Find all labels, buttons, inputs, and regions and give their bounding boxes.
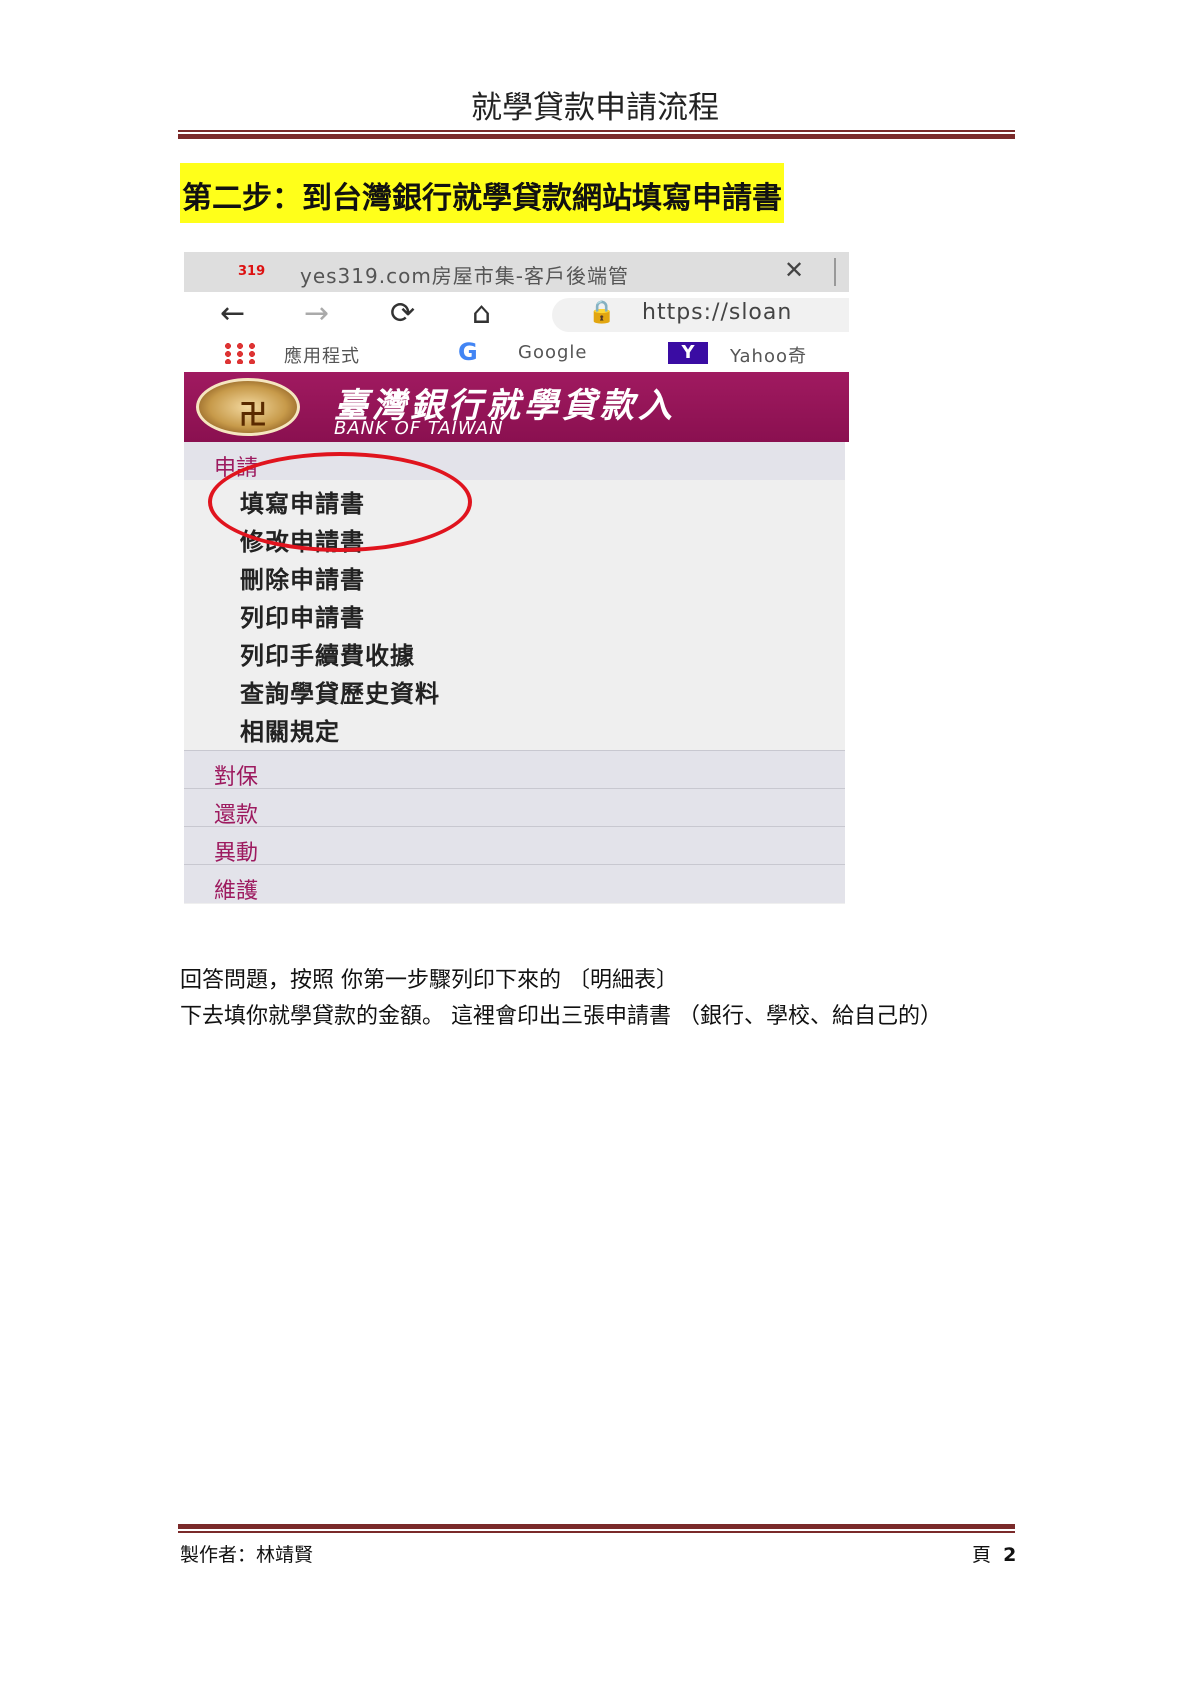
bank-seal-logo: 卍 [196, 378, 300, 436]
menu-item-regulations[interactable]: 相關規定 [240, 712, 340, 747]
bookmark-yahoo[interactable]: Yahoo奇 [730, 342, 807, 368]
menu-item-print-receipt[interactable]: 列印手續費收據 [240, 636, 415, 671]
bank-name-en: BANK OF TAIWAN [334, 418, 504, 439]
footer-rule [178, 1524, 1015, 1533]
browser-toolbar: ← → ⟳ ⌂ 🔒 https://sloan [184, 292, 849, 336]
google-icon[interactable]: G [458, 338, 478, 366]
instruction-line-2: 下去填你就學貸款的金額。 這裡會印出三張申請書 （銀行、學校、給自己的） [180, 1004, 942, 1029]
lock-icon: 🔒 [588, 300, 616, 325]
menu-section-label: 還款 [214, 803, 259, 828]
instruction-line-1: 回答問題，按照 你第一步驟列印下來的 〔明細表〕 [180, 968, 678, 993]
header-title: 就學貸款申請流程 [471, 90, 719, 126]
page-label: 頁 [972, 1544, 992, 1566]
tab-favicon: 319 [238, 264, 266, 279]
highlight-ring [208, 452, 472, 552]
apps-icon[interactable] [222, 342, 256, 364]
menu-item-loan-history[interactable]: 查詢學貸歷史資料 [240, 674, 440, 709]
forward-icon[interactable]: → [304, 296, 329, 331]
menu-section-label: 維護 [214, 879, 259, 904]
menu-section-change[interactable]: 異動 [184, 827, 845, 866]
menu-section-guarantee[interactable]: 對保 [184, 751, 845, 790]
menu-section-maintenance[interactable]: 維護 [184, 865, 845, 904]
back-icon[interactable]: ← [220, 296, 245, 331]
bookmark-google[interactable]: Google [518, 342, 587, 363]
header-rule [178, 130, 1015, 139]
browser-tab-bar: 319 yes319.com房屋市集-客戶後端管 ✕ [184, 252, 849, 292]
close-icon[interactable]: ✕ [784, 256, 804, 284]
home-icon[interactable]: ⌂ [472, 296, 491, 331]
bookmark-apps[interactable]: 應用程式 [284, 342, 360, 368]
address-url[interactable]: https://sloan [642, 300, 792, 325]
menu-section-repayment[interactable]: 還款 [184, 789, 845, 828]
website-screenshot: 319 yes319.com房屋市集-客戶後端管 ✕ ← → ⟳ ⌂ 🔒 htt… [184, 252, 849, 904]
footer-author: 製作者：林靖賢 [180, 1544, 314, 1566]
bank-banner: 卍 臺灣銀行就學貸款入 BANK OF TAIWAN [184, 372, 849, 442]
footer-page: 頁 2 [972, 1540, 1016, 1567]
menu-item-print-application[interactable]: 列印申請書 [240, 598, 365, 633]
page-number: 2 [1003, 1544, 1017, 1566]
step-heading: 第二步：到台灣銀行就學貸款網站填寫申請書 [180, 163, 784, 223]
menu-section-label: 對保 [214, 765, 259, 790]
tab-separator [834, 258, 836, 286]
seal-mark-icon: 卍 [239, 398, 268, 431]
bookmarks-bar: 應用程式 G Google Y Yahoo奇 [184, 336, 849, 372]
menu-section-label: 異動 [214, 841, 259, 866]
yahoo-icon[interactable]: Y [668, 342, 708, 364]
tab-title[interactable]: yes319.com房屋市集-客戶後端管 [300, 260, 629, 289]
menu-right-edge [845, 442, 849, 904]
reload-icon[interactable]: ⟳ [390, 296, 415, 331]
menu-item-delete-application[interactable]: 刪除申請書 [240, 560, 365, 595]
